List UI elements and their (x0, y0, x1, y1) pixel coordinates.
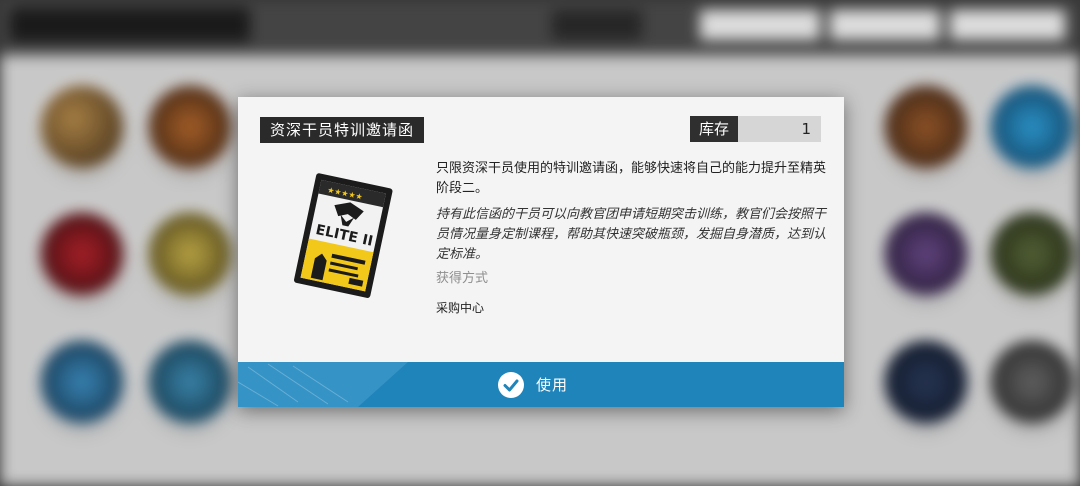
use-button-label: 使用 (536, 376, 569, 394)
item-flavor-text: 持有此信函的干员可以向教官团申请短期突击训练，教官们会按照干员情况量身定制课程，… (436, 207, 827, 262)
item-description: 只限资深干员使用的特训邀请函，能够快速将自己的能力提升至精英阶段二。 (436, 161, 827, 196)
obtain-method-value[interactable]: 采购中心 (436, 299, 484, 316)
use-button-content: 使用 (498, 370, 568, 399)
stock-counter: 库存 1 (690, 116, 821, 142)
stock-value: 1 (738, 116, 821, 142)
elite-ii-invitation-card-icon: ★★★★★ ELITE II (280, 172, 410, 302)
item-title: 资深干员特训邀请函 (260, 117, 425, 143)
use-bar-texture (238, 362, 408, 407)
check-circle-icon (498, 371, 524, 398)
screen: 资深干员特训邀请函 库存 1 ★★★★★ ELITE II 只限资深干员使用的特… (0, 0, 1080, 486)
item-detail-modal: 资深干员特训邀请函 库存 1 ★★★★★ ELITE II 只限资深干员使用的特… (238, 97, 844, 407)
use-button[interactable]: 使用 (238, 362, 844, 407)
obtain-method-label: 获得方式 (436, 271, 489, 286)
stock-label: 库存 (690, 116, 738, 142)
